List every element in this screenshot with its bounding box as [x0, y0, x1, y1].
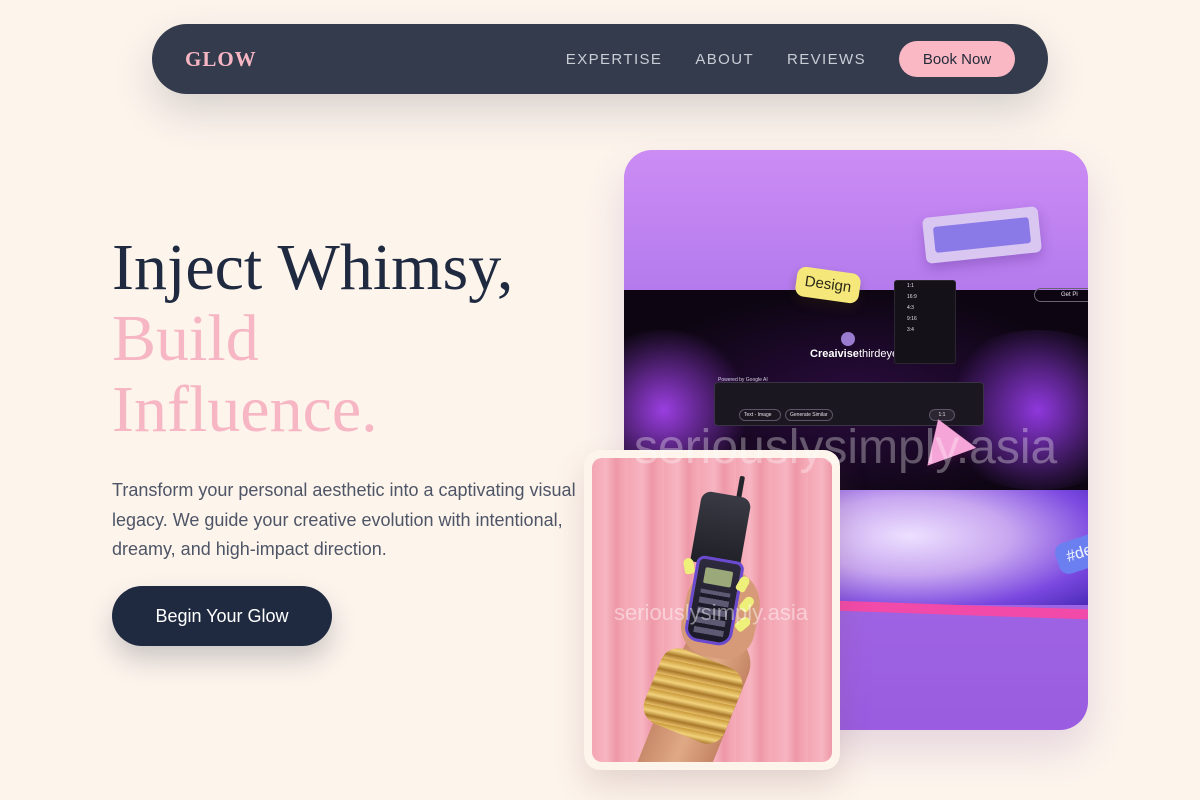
begin-your-glow-button[interactable]: Begin Your Glow: [112, 586, 332, 646]
ratio-option: 4:3: [907, 305, 914, 311]
hero-headline: Inject Whimsy, Build Influence.: [112, 232, 513, 445]
logo[interactable]: GLOW: [185, 47, 257, 72]
retro-phone-photo: seriouslysimply.asia: [592, 458, 832, 762]
brand-light: thirdeye: [858, 348, 899, 360]
photo-card: seriouslysimply.asia: [584, 450, 840, 770]
brand-wordmark: Creaivisethirdeye: [810, 348, 898, 360]
nav-links: EXPERTISE ABOUT REVIEWS Book Now: [566, 41, 1015, 77]
ratio-option: 9:16: [907, 316, 917, 322]
screen-top-right-button: Get Pl: [1034, 288, 1088, 302]
headline-line-2: Build: [112, 302, 259, 375]
nav-link-expertise[interactable]: EXPERTISE: [566, 51, 663, 68]
top-nav-bar: GLOW EXPERTISE ABOUT REVIEWS Book Now: [152, 24, 1048, 94]
phone-screen: [702, 567, 734, 588]
sticker-rectangle: [921, 206, 1043, 264]
brand-logo-icon: [841, 332, 855, 346]
hero-description: Transform your personal aesthetic into a…: [112, 480, 576, 559]
ratio-option: 1:1: [907, 283, 914, 289]
headline-line-1: Inject Whimsy,: [112, 231, 514, 304]
ratio-option: 16:9: [907, 294, 917, 300]
brand-bold: Creaivise: [810, 348, 859, 360]
lower-artwork: [834, 490, 1088, 605]
nav-link-about[interactable]: ABOUT: [695, 51, 754, 68]
nav-link-reviews[interactable]: REVIEWS: [787, 51, 866, 68]
aspect-ratio-dropdown: 1:1 16:9 4:3 9:16 3:4: [894, 280, 956, 364]
photo-watermark: seriouslysimply.asia: [614, 600, 808, 625]
image-watermark: seriouslysimply.asia: [634, 421, 1058, 474]
headline-line-3: Influence.: [112, 373, 378, 446]
book-now-button[interactable]: Book Now: [899, 41, 1015, 77]
ratio-option: 3:4: [907, 327, 914, 333]
